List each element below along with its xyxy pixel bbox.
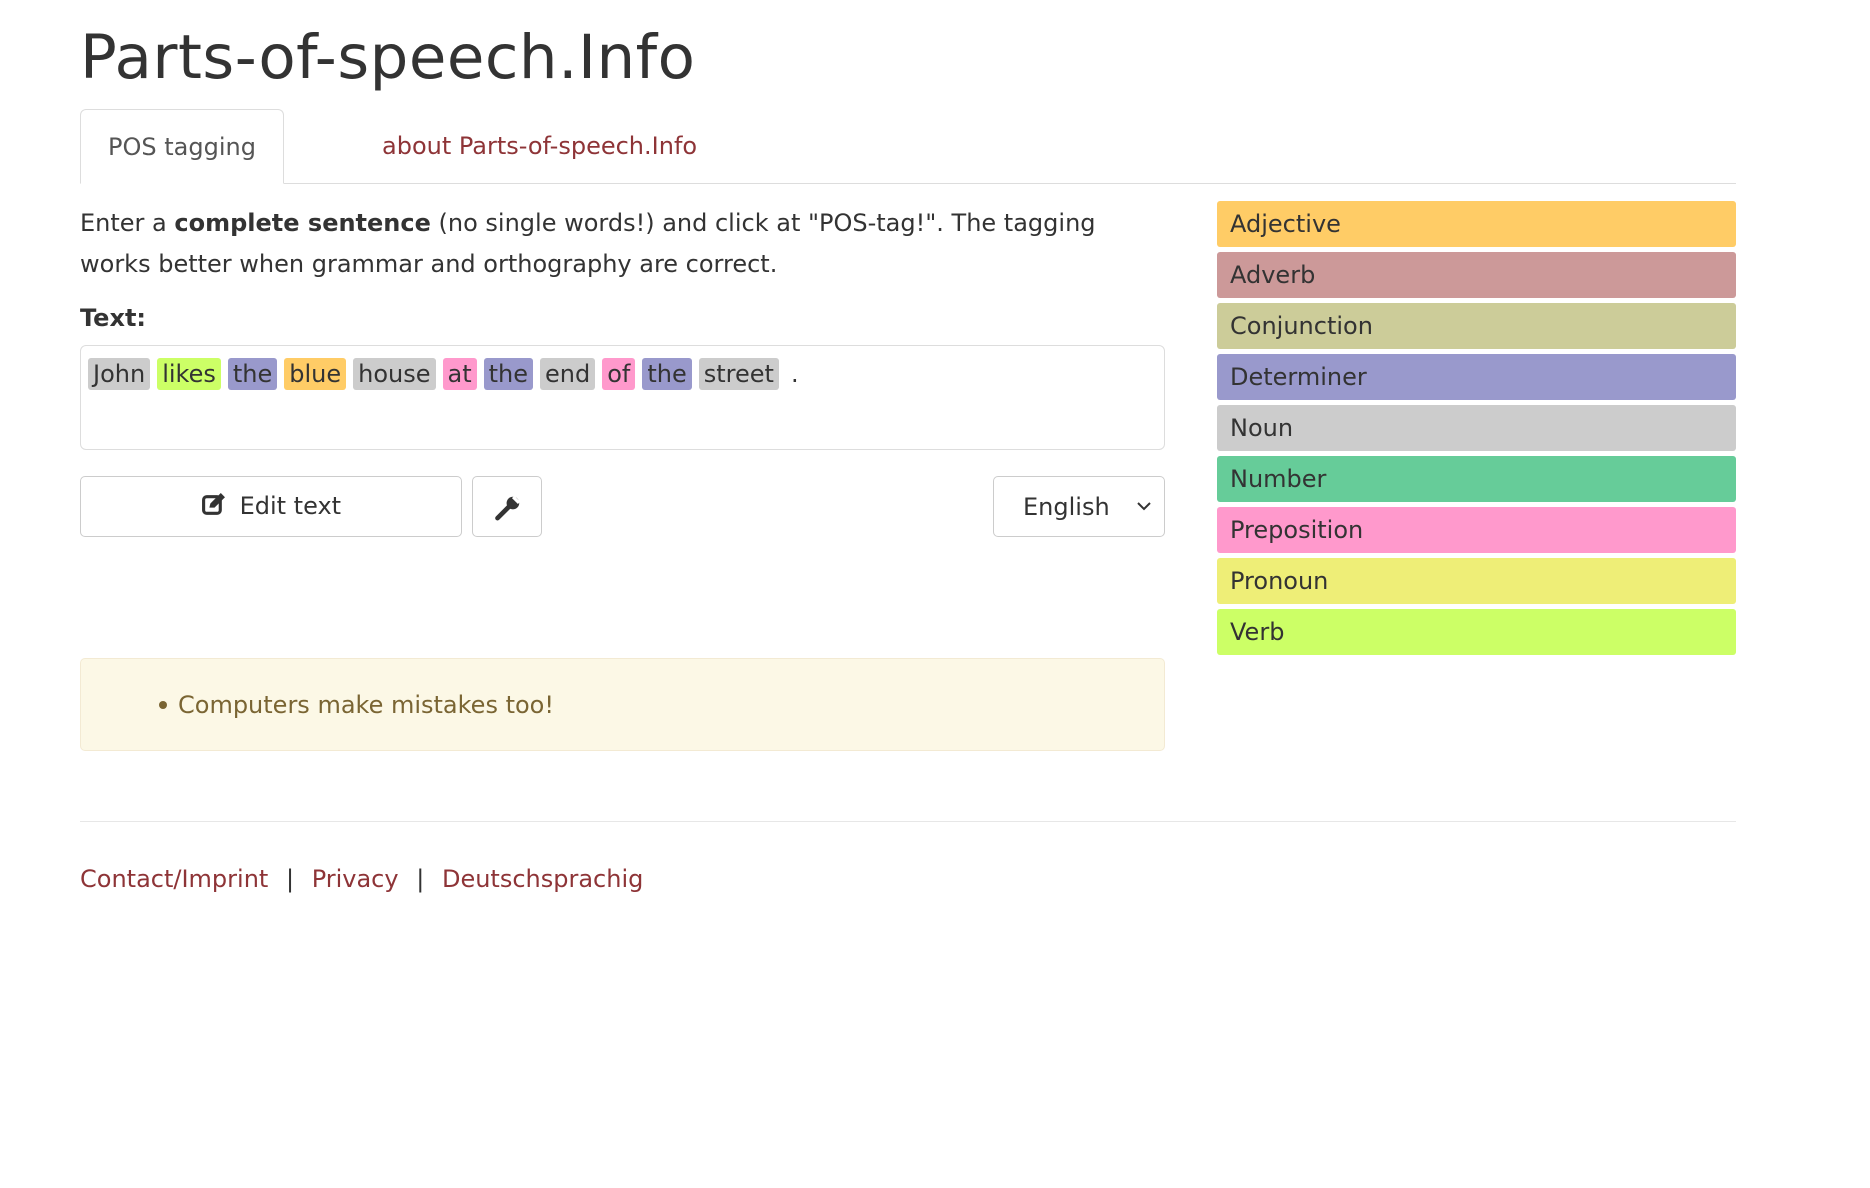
tab-about[interactable]: about Parts-of-speech.Info: [355, 109, 724, 183]
notice-item: Computers make mistakes too!: [156, 659, 554, 751]
tagged-word: John: [88, 358, 151, 390]
tagged-word: blue: [284, 358, 347, 390]
wrench-icon: [495, 495, 521, 521]
language-select[interactable]: English: [993, 476, 1165, 537]
tagged-word: end: [540, 358, 596, 390]
bullet-icon: [159, 701, 167, 709]
footer-separator: |: [285, 865, 295, 893]
edit-icon: [201, 493, 225, 515]
legend-item-adverb: Adverb: [1217, 252, 1736, 298]
german-language-link[interactable]: Deutschsprachig: [442, 865, 643, 893]
settings-button[interactable]: [472, 476, 542, 537]
tagged-word: the: [483, 358, 534, 390]
legend-item-pronoun: Pronoun: [1217, 558, 1736, 604]
tagged-word: house: [353, 358, 436, 390]
legend-item-number: Number: [1217, 456, 1736, 502]
tagged-word: the: [642, 358, 692, 390]
language-selected: English: [1023, 493, 1110, 521]
warning-notice: Computers make mistakes too!: [80, 658, 1165, 751]
tagged-word: the: [227, 358, 278, 390]
edit-text-button[interactable]: Edit text: [80, 476, 462, 537]
legend-item-preposition: Preposition: [1217, 507, 1736, 553]
legend-item-conjunction: Conjunction: [1217, 303, 1736, 349]
chevron-down-icon: [1137, 502, 1151, 511]
legend-item-determiner: Determiner: [1217, 354, 1736, 400]
legend-item-verb: Verb: [1217, 609, 1736, 655]
tagged-word-row: John likes the blue house at the end of …: [88, 358, 1157, 390]
sentence-period: .: [790, 360, 799, 388]
notice-list: Computers make mistakes too!: [156, 659, 554, 751]
footer-separator: |: [416, 865, 425, 893]
legend-item-noun: Noun: [1217, 405, 1736, 451]
tagged-word: street: [698, 358, 779, 390]
footer: Contact/Imprint | Privacy | Deutschsprac…: [80, 861, 643, 897]
page: Parts-of-speech.Info POS tagging about P…: [0, 0, 1870, 1188]
tagged-text-box: John likes the blue house at the end of …: [80, 345, 1165, 450]
contact-imprint-link[interactable]: Contact/Imprint: [80, 865, 268, 893]
privacy-link[interactable]: Privacy: [312, 865, 399, 893]
tagged-word: likes: [157, 358, 221, 390]
tab-pos-tagging[interactable]: POS tagging: [80, 109, 284, 184]
pos-legend: Adjective Adverb Conjunction Determiner …: [1217, 201, 1736, 660]
intro-text: Enter a complete sentence (no single wor…: [80, 203, 1165, 285]
footer-divider: [80, 821, 1736, 822]
edit-text-label: Edit text: [239, 492, 342, 520]
notice-text: Computers make mistakes too!: [178, 691, 554, 719]
main-tabs: POS tagging about Parts-of-speech.Info: [80, 109, 1736, 184]
tagged-word: of: [602, 358, 636, 390]
tagged-word: at: [442, 358, 477, 390]
intro-text-start: Enter a: [80, 209, 175, 237]
text-label: Text:: [80, 304, 147, 332]
intro-bold-text: complete sentence: [174, 209, 431, 237]
site-title: Parts-of-speech.Info: [80, 22, 696, 93]
legend-item-adjective: Adjective: [1217, 201, 1736, 247]
